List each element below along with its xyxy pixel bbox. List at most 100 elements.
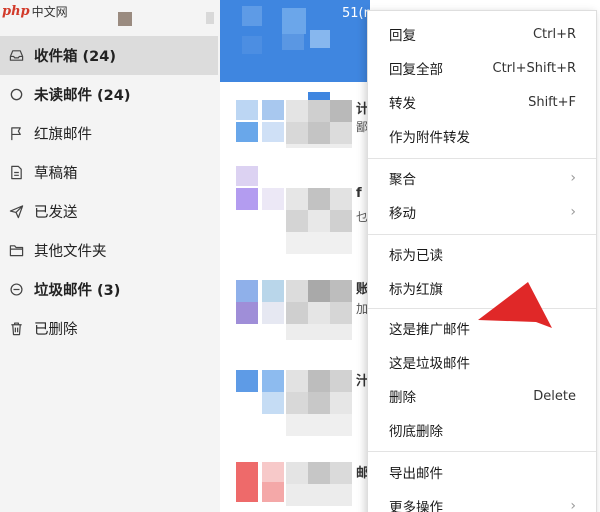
draft-icon <box>8 165 24 181</box>
menu-item-label: 标为已读 <box>389 248 443 264</box>
pixelated-block <box>308 302 330 324</box>
menu-item-reply-all[interactable]: 回复全部 Ctrl+Shift+R <box>368 53 596 83</box>
sidebar-item-drafts[interactable]: 草稿箱 <box>0 153 218 192</box>
pixelated-block <box>330 100 352 122</box>
pixelated-block <box>286 210 308 232</box>
junk-icon <box>8 282 24 298</box>
menu-item-reply[interactable]: 回复 Ctrl+R <box>368 19 596 49</box>
context-menu: 回复 Ctrl+R 回复全部 Ctrl+Shift+R 转发 Shift+F 作… <box>367 10 597 512</box>
sidebar-item-label: 草稿箱 <box>34 166 78 182</box>
pixelated-block <box>330 210 352 232</box>
menu-item-delete[interactable]: 删除 Delete <box>368 381 596 411</box>
pixelated-block <box>308 370 330 392</box>
sidebar-item-label: 已发送 <box>34 205 78 221</box>
menu-item-permanent-delete[interactable]: 彻底删除 <box>368 415 596 445</box>
pixelated-block <box>308 100 330 122</box>
pixelated-avatar <box>262 280 284 302</box>
pixelated-avatar <box>262 100 284 120</box>
pixelated-block <box>242 6 262 26</box>
pixelated-block <box>286 100 308 122</box>
menu-item-shortcut: Shift+F <box>528 94 576 110</box>
menu-item-shortcut: Ctrl+R <box>532 26 576 42</box>
pixelated-block <box>308 188 330 210</box>
pixelated-block <box>282 8 306 34</box>
pixelated-block <box>286 324 352 340</box>
menu-item-label: 回复 <box>389 28 416 44</box>
pixelated-block <box>286 188 308 210</box>
logo-php: php <box>2 3 30 19</box>
pixelated-block <box>286 122 308 144</box>
pixelated-avatar <box>236 100 258 120</box>
sidebar: php 中文网 收件箱 (24) 未读邮件 (24) 红旗邮件 草稿箱 已发送 <box>0 0 220 512</box>
pixelated-block <box>308 280 330 302</box>
pixelated-avatar <box>236 302 258 324</box>
pixelated-avatar <box>262 188 284 210</box>
menu-divider <box>368 451 596 452</box>
menu-item-label: 导出邮件 <box>389 466 443 482</box>
flag-icon <box>8 126 24 142</box>
message-sender-fragment: f <box>356 186 362 201</box>
menu-item-forward[interactable]: 转发 Shift+F <box>368 87 596 117</box>
sidebar-item-label: 红旗邮件 <box>34 127 92 143</box>
pixelated-block <box>330 302 352 324</box>
send-icon <box>8 204 24 220</box>
pixelated-block <box>286 484 352 506</box>
menu-item-forward-as-attachment[interactable]: 作为附件转发 <box>368 121 596 151</box>
pixelated-block <box>286 144 352 148</box>
menu-item-export[interactable]: 导出邮件 <box>368 457 596 487</box>
pixelated-block <box>330 188 352 210</box>
pixelated-block <box>308 92 330 100</box>
menu-item-mark-spam[interactable]: 这是垃圾邮件 <box>368 347 596 377</box>
sidebar-item-deleted[interactable]: 已删除 <box>0 309 218 348</box>
menu-item-label: 彻底删除 <box>389 424 443 440</box>
message-list[interactable]: 51(nb) 计 鄙 f 乜 账 加 汁 <box>220 0 370 512</box>
menu-item-label: 标为红旗 <box>389 282 443 298</box>
pixelated-block <box>330 462 352 484</box>
pixelated-avatar <box>236 122 258 142</box>
menu-item-label: 这是垃圾邮件 <box>389 356 470 372</box>
pixelated-block <box>310 30 330 48</box>
circle-icon <box>8 87 24 103</box>
logo-cn: 中文网 <box>31 4 68 19</box>
pixelated-block <box>330 392 352 414</box>
sidebar-item-label: 未读邮件 (24) <box>34 88 131 104</box>
sidebar-item-sent[interactable]: 已发送 <box>0 192 218 231</box>
pixelated-avatar <box>262 462 284 482</box>
menu-item-aggregate[interactable]: 聚合 › <box>368 163 596 193</box>
menu-item-move[interactable]: 移动 › <box>368 197 596 227</box>
inbox-icon <box>8 48 24 64</box>
menu-item-mark-read[interactable]: 标为已读 <box>368 239 596 269</box>
trash-icon <box>8 321 24 337</box>
menu-item-label: 删除 <box>389 390 416 406</box>
list-header-text: 51(nb) <box>342 6 370 21</box>
toolbar-fragment <box>206 12 214 24</box>
menu-item-label: 更多操作 <box>389 500 443 512</box>
menu-item-label: 作为附件转发 <box>389 130 470 146</box>
sidebar-item-label: 已删除 <box>34 322 78 338</box>
menu-item-shortcut: Ctrl+Shift+R <box>492 60 577 76</box>
menu-item-more-actions[interactable]: 更多操作 › <box>368 491 596 512</box>
pixelated-block <box>286 370 308 392</box>
pixelated-block <box>330 370 352 392</box>
sidebar-item-inbox[interactable]: 收件箱 (24) <box>0 36 218 75</box>
list-header-banner: 51(nb) <box>220 0 370 82</box>
pixelated-avatar <box>236 370 258 392</box>
sidebar-item-label: 其他文件夹 <box>34 244 107 260</box>
pixelated-block <box>330 122 352 144</box>
menu-divider <box>368 158 596 159</box>
pixelated-avatar <box>236 188 258 210</box>
sidebar-item-flagged[interactable]: 红旗邮件 <box>0 114 218 153</box>
chevron-right-icon: › <box>570 204 576 220</box>
menu-divider <box>368 234 596 235</box>
sidebar-item-junk[interactable]: 垃圾邮件 (3) <box>0 270 218 309</box>
pixelated-block <box>242 36 262 54</box>
menu-item-label: 转发 <box>389 96 416 112</box>
sidebar-item-other-folders[interactable]: 其他文件夹 <box>0 231 218 270</box>
menu-item-label: 聚合 <box>389 172 416 188</box>
pixelated-avatar <box>262 302 284 324</box>
menu-item-label: 这是推广邮件 <box>389 322 470 338</box>
pixelated-block <box>286 462 308 484</box>
pixelated-block <box>308 122 330 144</box>
sidebar-item-unread[interactable]: 未读邮件 (24) <box>0 75 218 114</box>
chevron-right-icon: › <box>570 498 576 512</box>
